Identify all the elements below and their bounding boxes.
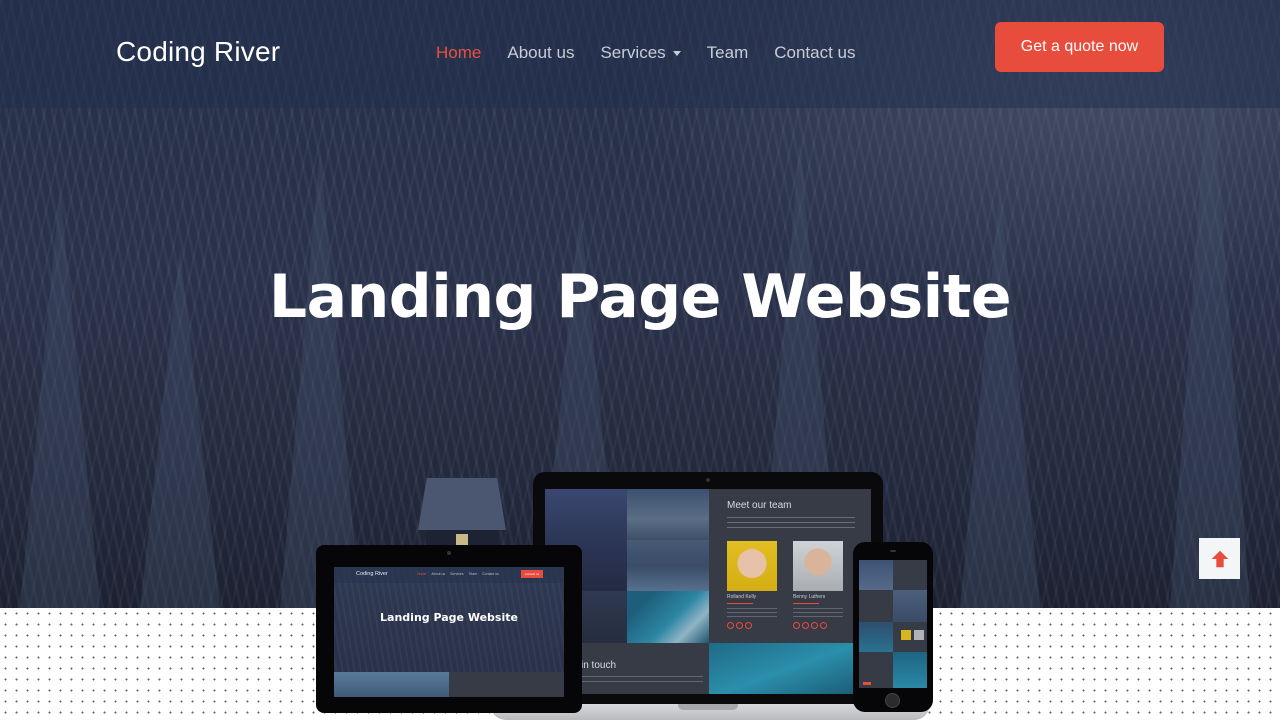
- nav-link-about[interactable]: About us: [507, 43, 574, 63]
- team-member-card: Benny Luthers: [793, 541, 843, 629]
- background-tree: [960, 188, 1040, 608]
- contact-details: [581, 676, 703, 686]
- laptop-mockup: Meet our team Rolland Kelly Benny Luther…: [533, 472, 883, 712]
- team-member-card: Rolland Kelly: [727, 541, 777, 629]
- arrow-up-icon: [1211, 550, 1228, 567]
- phone-member-photo: [901, 630, 911, 640]
- instagram-icon[interactable]: [745, 622, 752, 629]
- divider: [793, 603, 819, 604]
- member-bio: [793, 608, 843, 618]
- linkedin-icon[interactable]: [811, 622, 818, 629]
- social-icons: [727, 622, 777, 629]
- gallery-image: [627, 489, 709, 540]
- gallery-image: [627, 540, 709, 591]
- nav-link-label: About us: [507, 43, 575, 62]
- member-photo: [727, 541, 777, 591]
- member-photo: [793, 541, 843, 591]
- nav-link-label: Home: [436, 43, 482, 62]
- nav-link-team[interactable]: Team: [707, 43, 749, 63]
- member-name: Rolland Kelly: [727, 594, 757, 600]
- member-bio: [727, 608, 777, 618]
- caret-down-icon: [672, 50, 681, 56]
- background-tree: [280, 148, 360, 608]
- nav-link-contact[interactable]: Contact us: [774, 43, 855, 63]
- home-button: [885, 693, 900, 708]
- facebook-icon[interactable]: [727, 622, 734, 629]
- team-section: Meet our team Rolland Kelly Benny Luther…: [709, 489, 871, 643]
- divider: [727, 603, 753, 604]
- tablet-mockup: Coding River Home About us Services Team…: [316, 545, 582, 713]
- nav-link-label: Services: [600, 43, 666, 62]
- social-icons: [793, 622, 843, 629]
- phone-cta: [863, 682, 871, 685]
- phone-screen: [859, 560, 927, 688]
- team-title: Meet our team: [727, 500, 792, 511]
- tablet-nav-link: Home: [417, 572, 427, 576]
- hero-title: Landing Page Website: [268, 262, 1012, 332]
- nav-link-services[interactable]: Services: [600, 43, 681, 63]
- phone-image: [859, 622, 893, 652]
- tablet-nav-link: Contact us: [482, 572, 499, 576]
- nav-link-home[interactable]: Home: [436, 43, 481, 63]
- twitter-icon[interactable]: [736, 622, 743, 629]
- navbar: Coding River Home About us Services Team…: [0, 0, 1280, 108]
- tablet-nav-links: Home About us Services Team Contact us: [417, 572, 499, 576]
- background-tree: [20, 188, 100, 608]
- facebook-icon[interactable]: [793, 622, 800, 629]
- phone-image: [893, 652, 927, 688]
- tablet-hero-title: Landing Page Website: [380, 611, 518, 624]
- phone-member-photo: [914, 630, 924, 640]
- get-quote-button[interactable]: Get a quote now: [995, 22, 1164, 72]
- tablet-section-panel: [449, 672, 564, 697]
- camera: [447, 551, 451, 555]
- nav-link-label: Team: [706, 43, 749, 62]
- scroll-to-top-button[interactable]: [1199, 538, 1240, 579]
- twitter-icon[interactable]: [802, 622, 809, 629]
- gallery-image: [627, 591, 709, 643]
- member-name: Benny Luthers: [793, 594, 826, 600]
- tablet-navbar: Coding River Home About us Services Team…: [334, 567, 564, 583]
- speaker: [890, 550, 896, 552]
- phone-mockup: [853, 542, 933, 712]
- instagram-icon[interactable]: [820, 622, 827, 629]
- team-description: [727, 517, 855, 531]
- tablet-nav-link: About us: [431, 572, 446, 576]
- phone-image: [859, 560, 893, 590]
- laptop-screen: Meet our team Rolland Kelly Benny Luther…: [545, 489, 871, 694]
- tablet-nav-link: Services: [450, 572, 464, 576]
- tablet-section-image: [334, 672, 449, 697]
- phone-image: [893, 590, 927, 622]
- camera: [706, 478, 710, 482]
- laptop-notch: [678, 704, 738, 710]
- gallery-image: [709, 643, 871, 694]
- tablet-screen: Coding River Home About us Services Team…: [334, 567, 564, 697]
- nav-links: Home About us Services Team Contact us: [436, 43, 882, 63]
- tablet-cta-button: Contact us: [521, 570, 543, 578]
- brand-logo[interactable]: Coding River: [116, 36, 280, 68]
- tablet-nav-link: Team: [468, 572, 478, 576]
- nav-link-label: Contact us: [774, 43, 856, 62]
- contact-title: in touch: [581, 660, 617, 671]
- tablet-brand: Coding River: [356, 571, 388, 577]
